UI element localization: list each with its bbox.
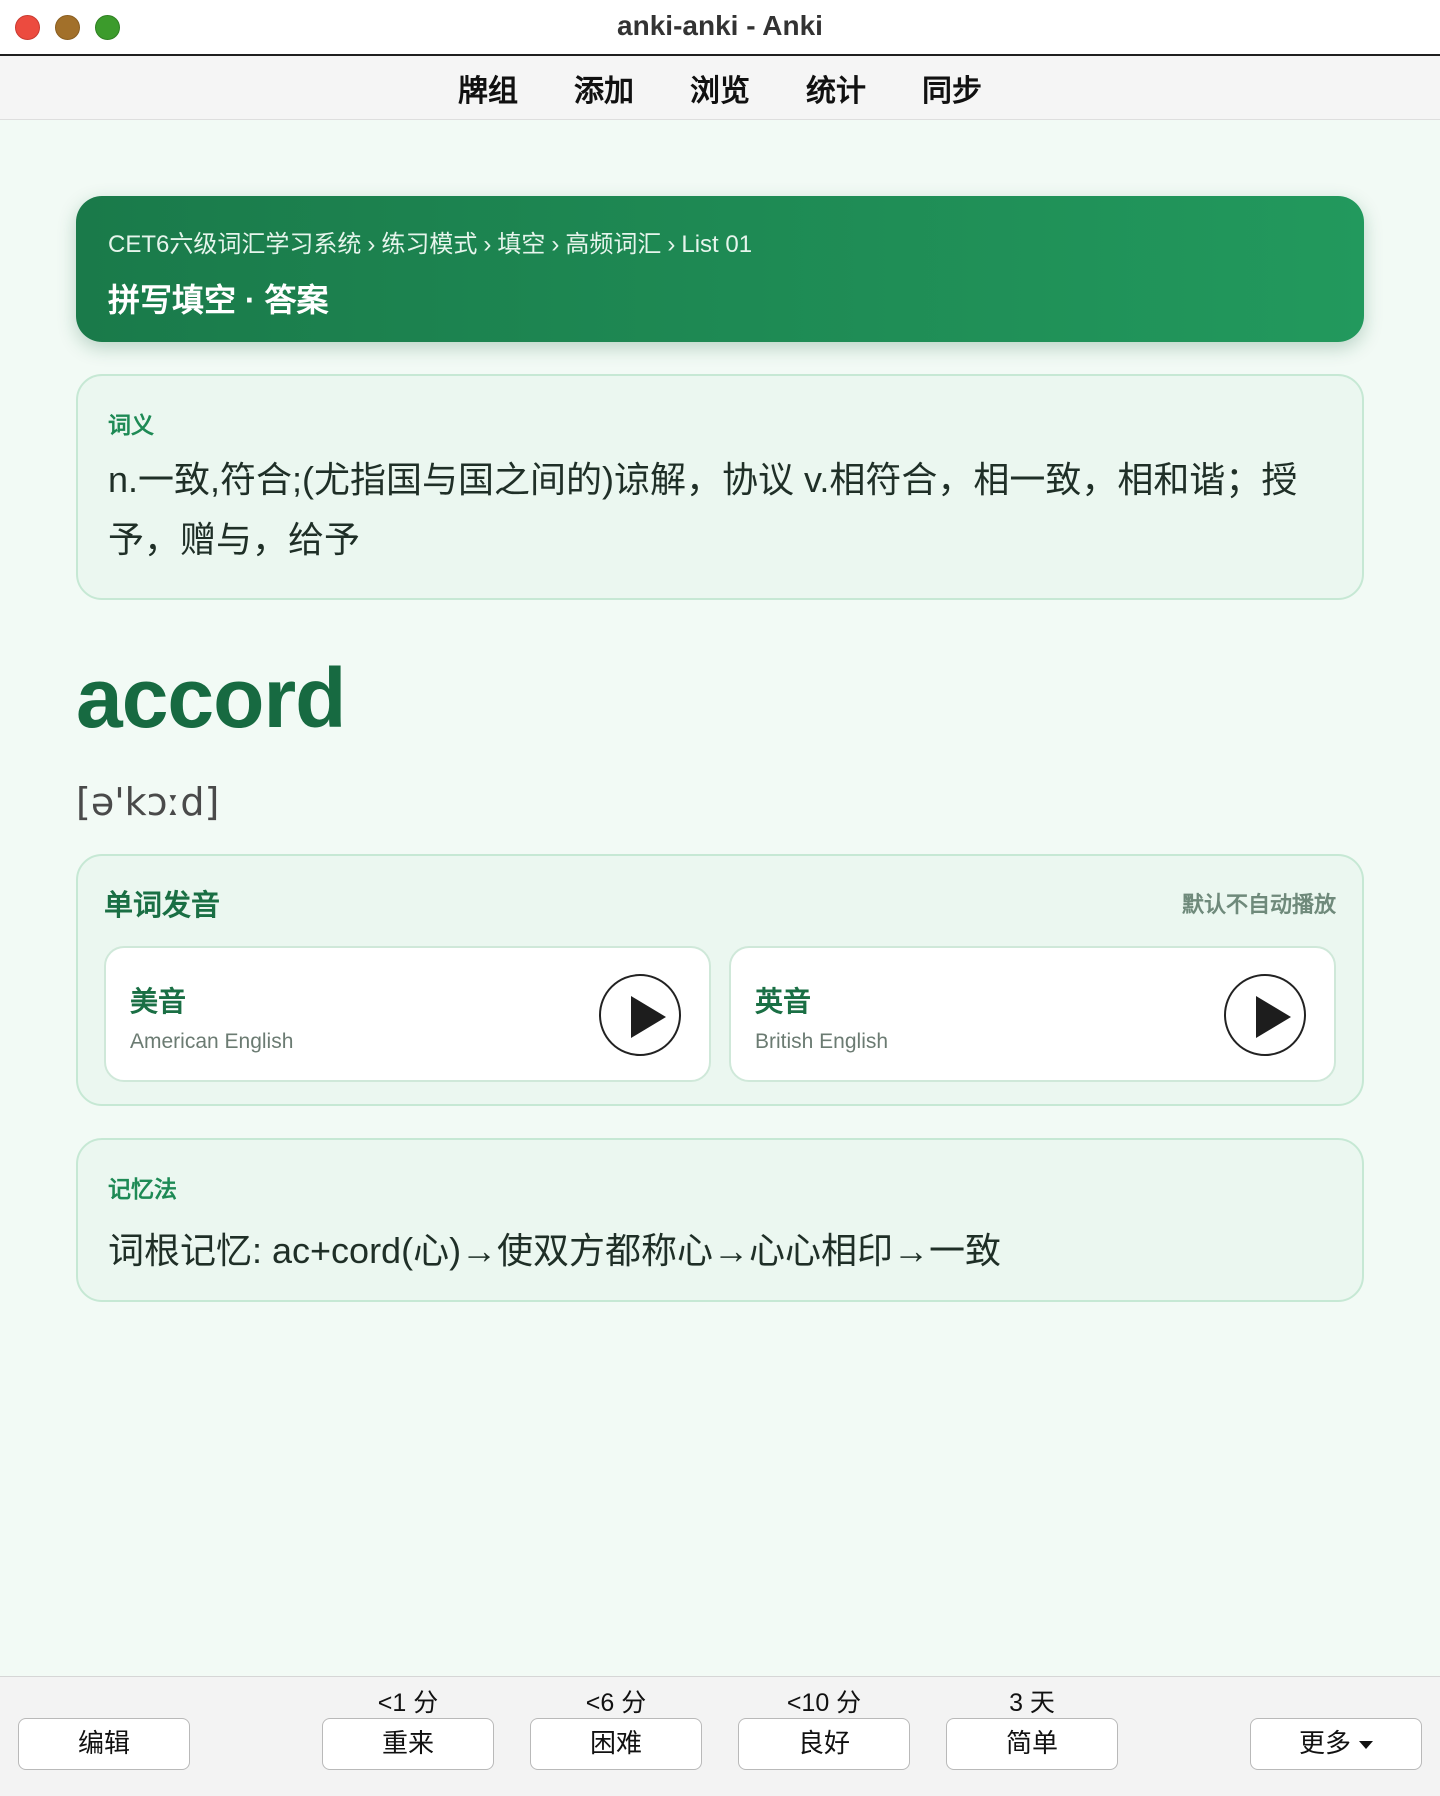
title-bar: anki-anki - Anki	[0, 0, 1440, 56]
menu-add[interactable]: 添加	[546, 66, 662, 110]
again-button[interactable]: 重来	[322, 1718, 494, 1770]
mnemonic-card: 记忆法 词根记忆: ac+cord(心)→使双方都称心→心心相印→一致	[76, 1138, 1364, 1302]
breadcrumb-separator: ›	[483, 231, 492, 258]
breadcrumb-item: 练习模式	[381, 231, 478, 258]
interval-again: <1 分	[377, 1689, 439, 1717]
audio-american[interactable]: 美音 American English	[104, 946, 711, 1082]
phonetic: [ə'kɔːd]	[76, 780, 220, 824]
easy-button[interactable]: 简单	[946, 1718, 1118, 1770]
interval-easy: 3 天	[1009, 1689, 1055, 1717]
audio-british[interactable]: 英音 British English	[729, 946, 1336, 1082]
hard-button[interactable]: 困难	[530, 1718, 702, 1770]
answer-word: accord	[76, 651, 346, 745]
card-mode-title: 拼写填空 · 答案	[108, 282, 329, 318]
breadcrumb-separator: ›	[667, 231, 676, 258]
menu-decks[interactable]: 牌组	[430, 66, 546, 110]
window-title: anki-anki - Anki	[617, 10, 823, 41]
pronunciation-title: 单词发音	[104, 890, 221, 922]
breadcrumb-separator: ›	[367, 231, 376, 258]
meaning-label: 词义	[108, 412, 154, 438]
edit-button[interactable]: 编辑	[18, 1718, 190, 1770]
menu-stats[interactable]: 统计	[778, 66, 894, 110]
breadcrumb: CET6六级词汇学习系统 › 练习模式 › 填空 › 高频词汇 › List 01	[108, 224, 1332, 259]
interval-good: <10 分	[786, 1689, 862, 1717]
good-button[interactable]: 良好	[738, 1718, 910, 1770]
meaning-text: n.一致,符合;(尤指国与国之间的)谅解，协议 v.相符合，相一致，相和谐；授予…	[108, 459, 1298, 560]
pronunciation-card: 单词发音 默认不自动播放 美音 American English 英音 Brit…	[76, 854, 1364, 1106]
play-triangle-icon	[1256, 996, 1291, 1038]
interval-hard: <6 分	[585, 1689, 647, 1717]
breadcrumb-item: 填空	[497, 231, 546, 258]
menu-browse[interactable]: 浏览	[662, 66, 778, 110]
mnemonic-text: 词根记忆: ac+cord(心)→使双方都称心→心心相印→一致	[108, 1230, 1002, 1271]
header-card: CET6六级词汇学习系统 › 练习模式 › 填空 › 高频词汇 › List 01 拼写填空 ·…	[76, 196, 1364, 342]
breadcrumb-separator: ›	[551, 231, 560, 258]
autoplay-note: 默认不自动播放	[1181, 892, 1336, 917]
more-button[interactable]: 更多	[1250, 1718, 1422, 1770]
menu-sync[interactable]: 同步	[894, 66, 1010, 110]
more-label: 更多	[1298, 1728, 1351, 1758]
top-menu: 牌组 添加 浏览 统计 同步	[0, 56, 1440, 120]
anki-window: anki-anki - Anki 牌组 添加 浏览 统计 同步 CET6六级词汇…	[0, 0, 1440, 1796]
play-icon[interactable]	[599, 974, 681, 1056]
breadcrumb-item: 高频词汇	[565, 231, 662, 258]
play-triangle-icon	[631, 996, 666, 1038]
pronunciation-header: 单词发音 默认不自动播放	[104, 882, 1336, 924]
review-bottom-bar: 编辑 <1 分 重来 <6 分 困难 <10 分 良好 3 天 简单 更多	[0, 1676, 1440, 1796]
breadcrumb-item: CET6六级词汇学习系统	[108, 231, 362, 258]
play-icon[interactable]	[1224, 974, 1306, 1056]
mnemonic-label: 记忆法	[108, 1176, 177, 1202]
breadcrumb-item: List 01	[681, 231, 753, 258]
chevron-down-icon	[1359, 1741, 1373, 1750]
meaning-card: 词义 n.一致,符合;(尤指国与国之间的)谅解，协议 v.相符合，相一致，相和谐…	[76, 374, 1364, 600]
pronunciation-options: 美音 American English 英音 British English	[104, 946, 1336, 1082]
